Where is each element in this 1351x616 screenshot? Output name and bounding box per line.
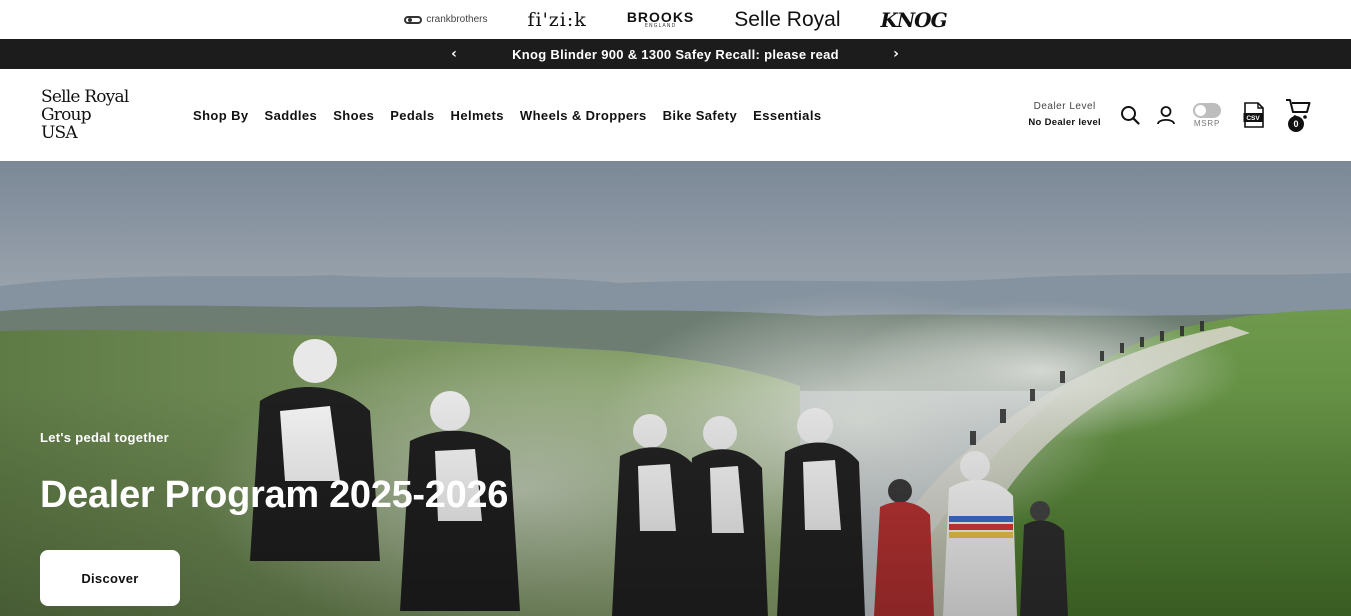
chevron-right-icon: › <box>893 46 899 62</box>
announcement-next-button[interactable]: › <box>881 39 911 69</box>
nav-saddles[interactable]: Saddles <box>265 108 318 123</box>
search-button[interactable] <box>1119 104 1141 126</box>
crankbrothers-logo-icon <box>404 15 423 24</box>
site-header: Selle Royal Group USA Shop By Saddles Sh… <box>0 69 1351 161</box>
account-button[interactable] <box>1155 104 1177 126</box>
brand-brooks-sublabel: ENGLAND <box>644 23 677 29</box>
dealer-level-value: No Dealer level <box>1028 117 1101 128</box>
site-logo[interactable]: Selle Royal Group USA <box>41 88 181 142</box>
nav-essentials[interactable]: Essentials <box>753 108 821 123</box>
toggle-knob <box>1195 104 1206 116</box>
brand-knog[interactable]: KNOG <box>880 7 948 32</box>
chevron-left-icon: ‹ <box>451 46 457 62</box>
discover-button[interactable]: Discover <box>40 550 180 606</box>
nav-shoes[interactable]: Shoes <box>333 108 374 123</box>
csv-label: CSV <box>1246 115 1260 122</box>
header-actions: Dealer Level No Dealer level MSRP CSV 0 <box>1028 69 1311 161</box>
nav-wheels-droppers[interactable]: Wheels & Droppers <box>520 108 647 123</box>
search-icon <box>1121 106 1140 125</box>
dealer-level: Dealer Level No Dealer level <box>1028 99 1101 131</box>
nav-pedals[interactable]: Pedals <box>390 108 434 123</box>
announcement-prev-button[interactable]: ‹ <box>439 39 469 69</box>
dealer-level-label: Dealer Level <box>1033 101 1096 112</box>
announcement-bar: ‹ Knog Blinder 900 & 1300 Safey Recall: … <box>0 39 1351 69</box>
user-icon <box>1157 106 1175 125</box>
main-nav: Shop By Saddles Shoes Pedals Helmets Whe… <box>193 108 821 123</box>
hero-eyebrow: Let's pedal together <box>40 430 169 445</box>
brand-knog-label: KNOG <box>880 7 948 32</box>
hero-title: Dealer Program 2025-2026 <box>40 474 509 516</box>
nav-shop-by[interactable]: Shop By <box>193 108 249 123</box>
nav-bike-safety[interactable]: Bike Safety <box>663 108 738 123</box>
csv-download-button[interactable]: CSV <box>1243 102 1265 128</box>
hero-background-image <box>0 161 1351 616</box>
announcement-message[interactable]: Knog Blinder 900 & 1300 Safey Recall: pl… <box>512 47 839 62</box>
nav-helmets[interactable]: Helmets <box>451 108 504 123</box>
brand-fizik-label: fi'zi:k <box>527 8 587 31</box>
csv-file-icon: CSV <box>1243 102 1264 128</box>
cart-count-badge: 0 <box>1288 116 1304 132</box>
brand-crankbrothers[interactable]: crankbrothers <box>404 14 487 25</box>
brand-brooks[interactable]: BROOKS ENGLAND <box>627 10 694 29</box>
brand-crankbrothers-label: crankbrothers <box>426 14 488 25</box>
hero-banner: Let's pedal together Dealer Program 2025… <box>0 161 1351 616</box>
logo-line-2: USA <box>41 123 78 143</box>
brand-fizik[interactable]: fi'zi:k <box>527 9 586 31</box>
brand-brooks-label: BROOKS <box>626 9 695 25</box>
cart-button[interactable]: 0 <box>1285 97 1311 133</box>
msrp-toggle[interactable]: MSRP <box>1193 102 1221 128</box>
msrp-switch[interactable] <box>1193 102 1221 118</box>
logo-line-1: Selle Royal Group <box>41 87 129 125</box>
brand-strip: crankbrothers fi'zi:k BROOKS ENGLAND Sel… <box>0 0 1351 39</box>
brand-selle-royal-label: Selle Royal <box>734 7 841 31</box>
brand-selle-royal[interactable]: Selle Royal <box>734 8 840 32</box>
msrp-label: MSRP <box>1193 118 1221 128</box>
